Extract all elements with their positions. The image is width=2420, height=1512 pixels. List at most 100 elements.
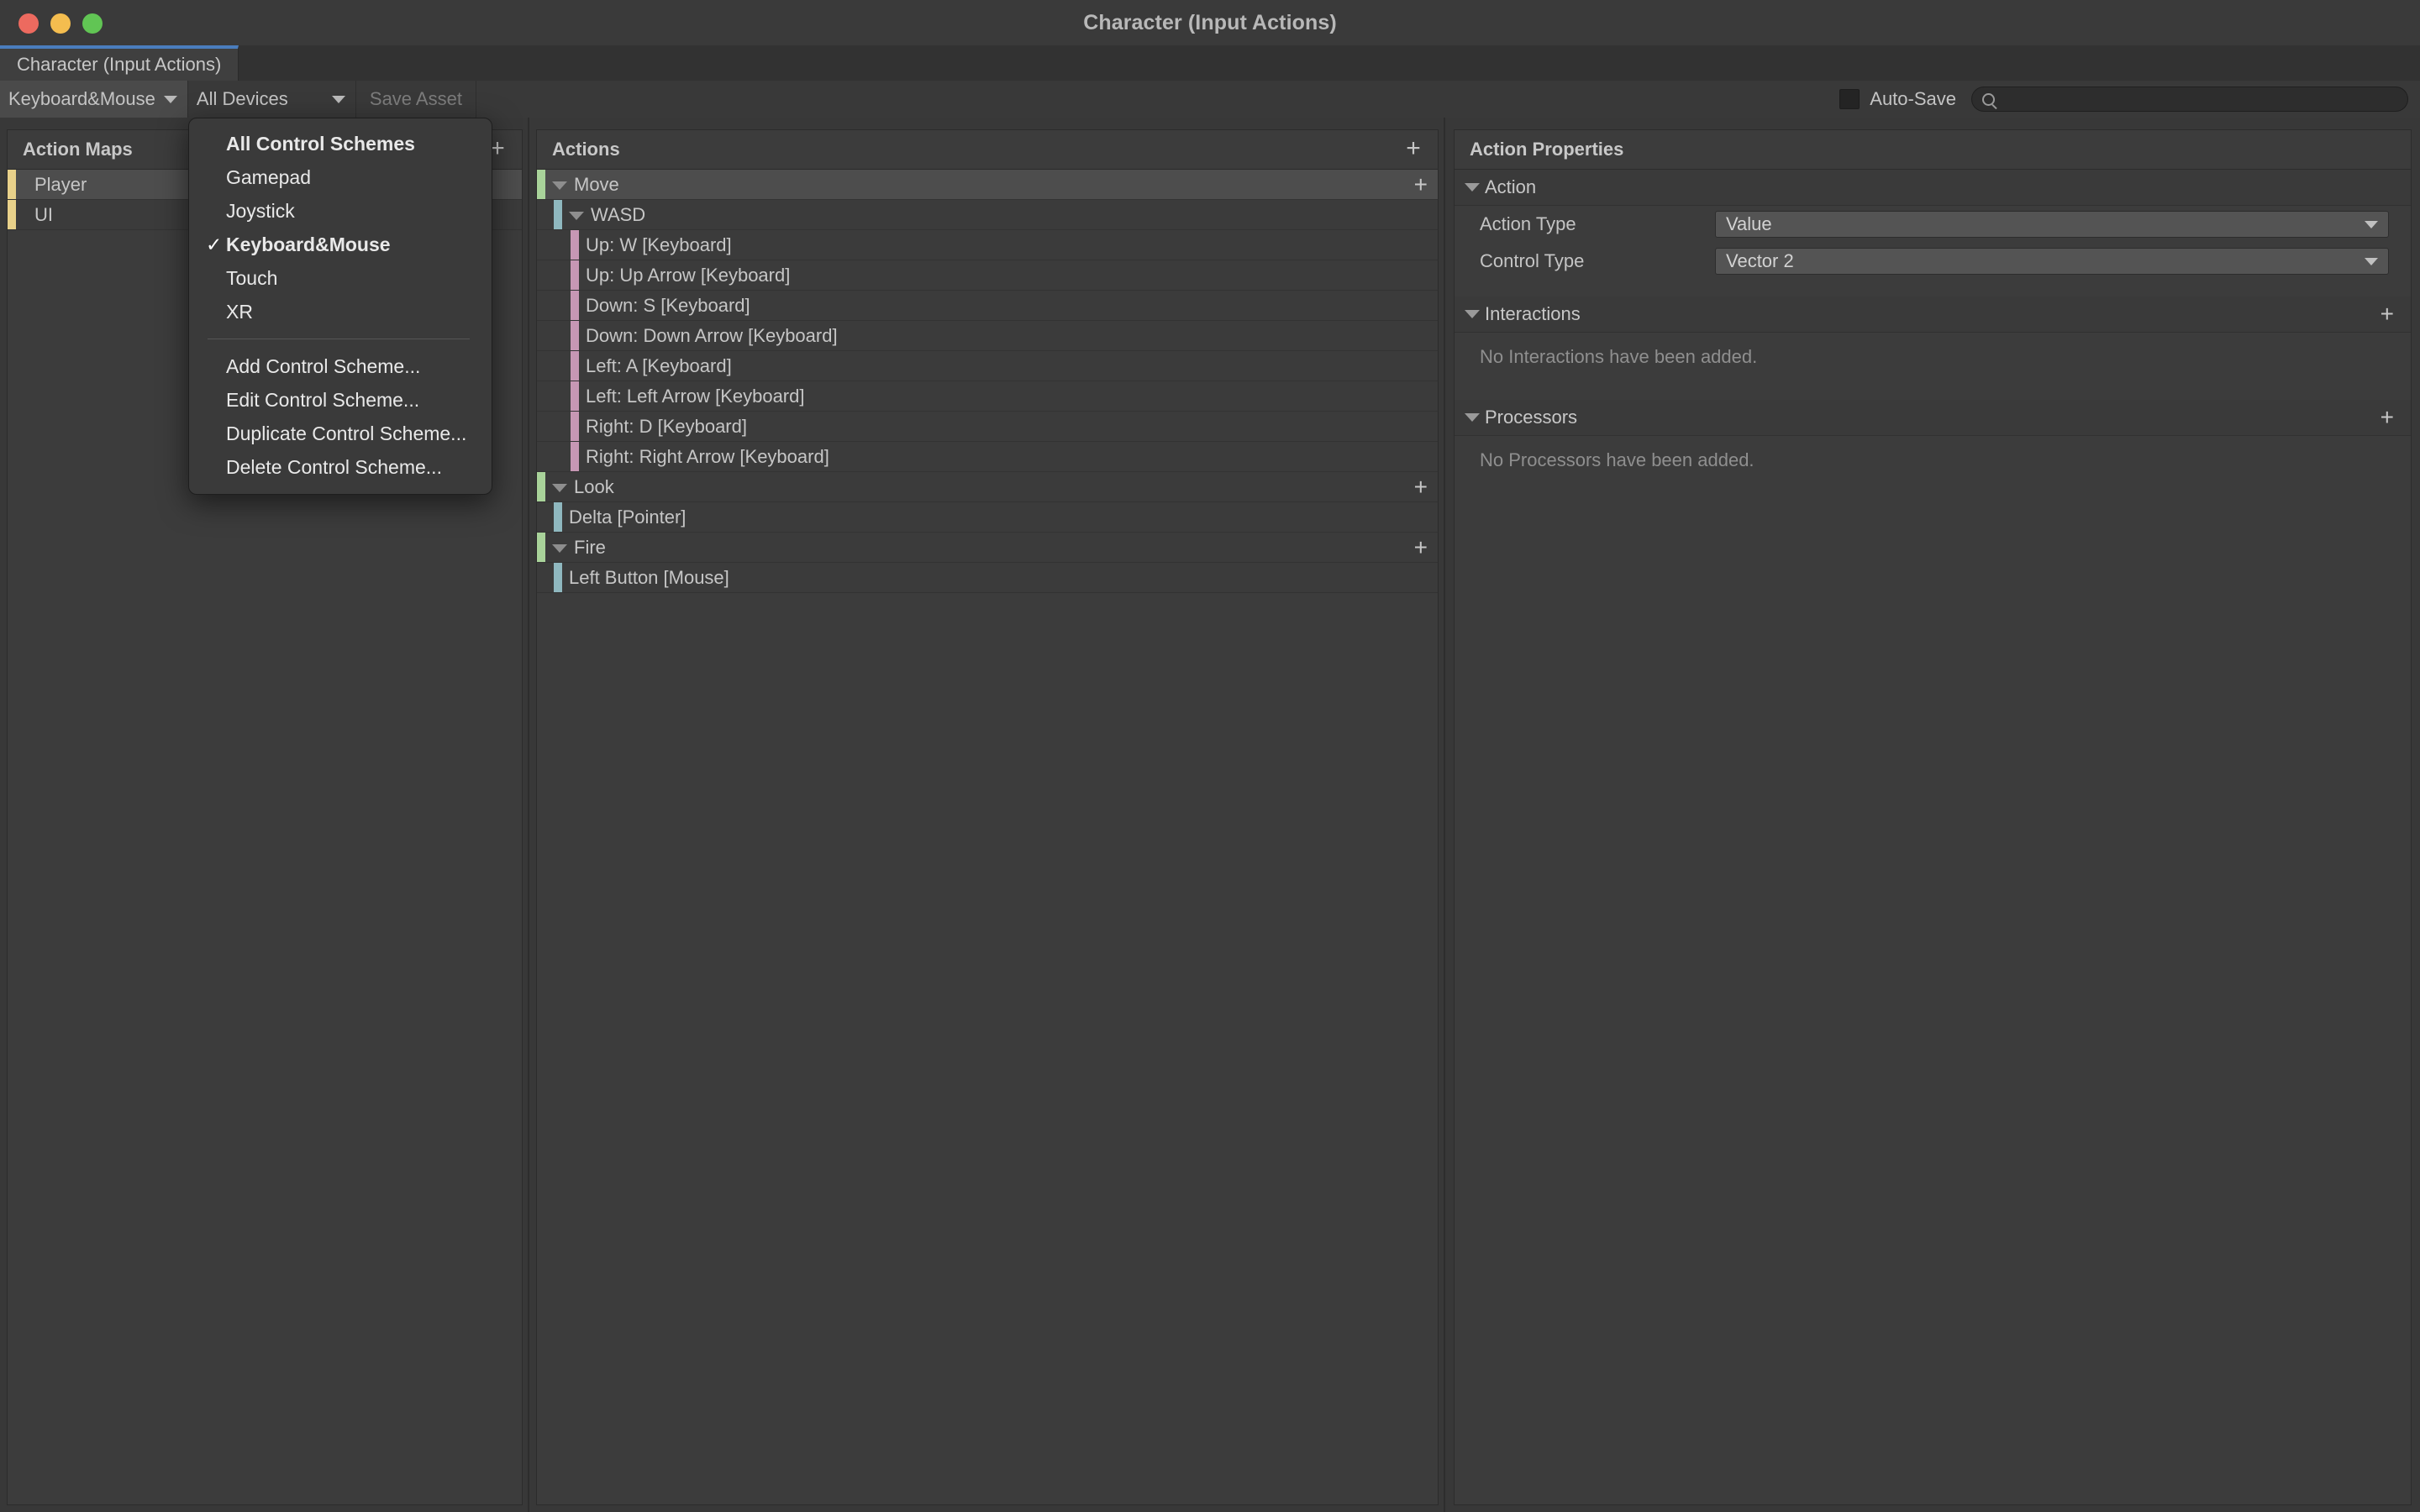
chevron-down-icon <box>2365 221 2378 228</box>
action-row-label: Up: W [Keyboard] <box>586 234 732 256</box>
window-title: Character (Input Actions) <box>1083 11 1337 34</box>
control-scheme-menu-item[interactable]: Joystick <box>189 194 492 228</box>
auto-save-checkbox[interactable] <box>1839 89 1860 109</box>
search-input[interactable] <box>2002 88 2397 110</box>
action-tree-row[interactable]: Right: Right Arrow [Keyboard] <box>537 442 1438 472</box>
auto-save-label: Auto-Save <box>1870 88 1956 109</box>
control-type-row: Control Type Vector 2 <box>1455 243 2411 280</box>
control-scheme-menu-command[interactable]: Add Control Scheme... <box>189 349 492 383</box>
action-row-text: Move <box>574 173 619 195</box>
tab-character-input-actions[interactable]: Character (Input Actions) <box>0 45 239 81</box>
action-properties-pane: Action Properties Action Action Type Val… <box>1445 118 2420 1512</box>
chevron-down-icon[interactable] <box>552 483 567 492</box>
action-row-label: Right: D [Keyboard] <box>586 416 747 438</box>
binding-color-indicator <box>571 260 579 290</box>
control-scheme-menu-command[interactable]: Delete Control Scheme... <box>189 450 492 484</box>
action-row-label: Move <box>552 174 619 196</box>
checkmark-icon: ✓ <box>206 233 223 255</box>
action-tree-row[interactable]: Down: S [Keyboard] <box>537 291 1438 321</box>
control-scheme-menu-items: All Control Schemes Gamepad Joystick ✓ Keybo… <box>189 127 492 328</box>
interactions-empty-text: No Interactions have been added. <box>1480 346 1758 367</box>
action-row-label: Left: A [Keyboard] <box>586 355 732 377</box>
control-scheme-menu-command[interactable]: Duplicate Control Scheme... <box>189 417 492 450</box>
action-tree-row[interactable]: Down: Down Arrow [Keyboard] <box>537 321 1438 351</box>
action-row-text: Left Button [Mouse] <box>569 566 729 588</box>
action-tree-row[interactable]: Move + <box>537 170 1438 200</box>
control-scheme-menu-item[interactable]: All Control Schemes <box>189 127 492 160</box>
action-row-text: Look <box>574 475 614 497</box>
action-section-header[interactable]: Action <box>1455 170 2411 206</box>
search-icon <box>1982 92 1995 106</box>
control-type-dropdown[interactable]: Vector 2 <box>1715 248 2389 275</box>
action-tree-row[interactable]: Left: A [Keyboard] <box>537 351 1438 381</box>
action-row-text: Delta [Pointer] <box>569 506 687 528</box>
action-tree-row[interactable]: WASD <box>537 200 1438 230</box>
menu-command-label: Edit Control Scheme... <box>226 388 420 411</box>
action-row-text: Up: W [Keyboard] <box>586 234 732 255</box>
action-tree-row[interactable]: Delta [Pointer] <box>537 502 1438 533</box>
actions-title: Actions <box>552 139 620 160</box>
device-filter-dropdown[interactable]: All Devices <box>188 81 356 118</box>
add-binding-button[interactable]: + <box>1414 535 1428 559</box>
binding-color-indicator <box>571 381 579 411</box>
tab-strip: Character (Input Actions) <box>0 45 2420 81</box>
add-binding-button[interactable]: + <box>1414 172 1428 196</box>
control-type-value: Vector 2 <box>1726 250 1794 271</box>
action-tree-row[interactable]: Right: D [Keyboard] <box>537 412 1438 442</box>
action-map-color-indicator <box>8 170 16 199</box>
interactions-section-header[interactable]: Interactions + <box>1455 297 2411 333</box>
binding-color-indicator <box>537 170 545 199</box>
menu-item-label: Touch <box>226 266 278 289</box>
action-row-label: Right: Right Arrow [Keyboard] <box>586 446 829 468</box>
control-scheme-menu-command[interactable]: Edit Control Scheme... <box>189 383 492 417</box>
action-row-label: WASD <box>569 204 645 226</box>
action-row-text: Left: A [Keyboard] <box>586 354 732 376</box>
action-row-text: Right: D [Keyboard] <box>586 415 747 437</box>
auto-save-toggle[interactable]: Auto-Save <box>1828 81 1968 118</box>
action-tree-row[interactable]: Look + <box>537 472 1438 502</box>
action-maps-title: Action Maps <box>23 139 133 160</box>
action-type-dropdown[interactable]: Value <box>1715 211 2389 238</box>
action-tree-row[interactable]: Up: W [Keyboard] <box>537 230 1438 260</box>
action-row-label: Down: Down Arrow [Keyboard] <box>586 325 838 347</box>
action-tree-row[interactable]: Fire + <box>537 533 1438 563</box>
search-field[interactable] <box>1971 87 2408 112</box>
action-tree-row[interactable]: Left: Left Arrow [Keyboard] <box>537 381 1438 412</box>
control-scheme-menu-item[interactable]: XR <box>189 295 492 328</box>
chevron-down-icon[interactable] <box>569 211 584 220</box>
action-tree-row[interactable]: Left Button [Mouse] <box>537 563 1438 593</box>
action-map-label: Player <box>34 173 87 195</box>
add-action-button[interactable]: + <box>1402 136 1424 161</box>
action-map-label: UI <box>34 203 53 225</box>
control-scheme-menu-item[interactable]: Touch <box>189 261 492 295</box>
binding-color-indicator <box>571 442 579 471</box>
action-type-value: Value <box>1726 213 1772 234</box>
action-tree-row[interactable]: Up: Up Arrow [Keyboard] <box>537 260 1438 291</box>
menu-command-label: Add Control Scheme... <box>226 354 421 377</box>
binding-color-indicator <box>571 412 579 441</box>
control-scheme-menu[interactable]: All Control Schemes Gamepad Joystick ✓ Keybo… <box>188 118 492 495</box>
menu-item-label: Gamepad <box>226 165 312 188</box>
chevron-down-icon[interactable] <box>552 543 567 553</box>
chevron-down-icon[interactable] <box>552 181 567 190</box>
processors-section-header[interactable]: Processors + <box>1455 400 2411 436</box>
processors-empty-text: No Processors have been added. <box>1480 449 1754 470</box>
action-type-row: Action Type Value <box>1455 206 2411 243</box>
control-scheme-menu-item[interactable]: Gamepad <box>189 160 492 194</box>
control-scheme-menu-item[interactable]: ✓ Keyboard&Mouse <box>189 228 492 261</box>
add-interaction-button[interactable]: + <box>2381 302 2394 326</box>
actions-panel: Actions + Move + WASD Up: W [Keyboard] Up: U… <box>536 129 1439 1505</box>
control-scheme-value: Keyboard&Mouse <box>8 88 155 109</box>
add-binding-button[interactable]: + <box>1414 475 1428 498</box>
menu-item-label: XR <box>226 300 253 323</box>
action-row-text: Left: Left Arrow [Keyboard] <box>586 385 805 407</box>
save-asset-button[interactable]: Save Asset <box>356 81 476 118</box>
control-scheme-dropdown[interactable]: Keyboard&Mouse <box>0 81 188 118</box>
binding-color-indicator <box>554 200 562 229</box>
add-processor-button[interactable]: + <box>2381 406 2394 429</box>
chevron-down-icon <box>163 95 177 103</box>
chevron-down-icon <box>331 95 345 103</box>
